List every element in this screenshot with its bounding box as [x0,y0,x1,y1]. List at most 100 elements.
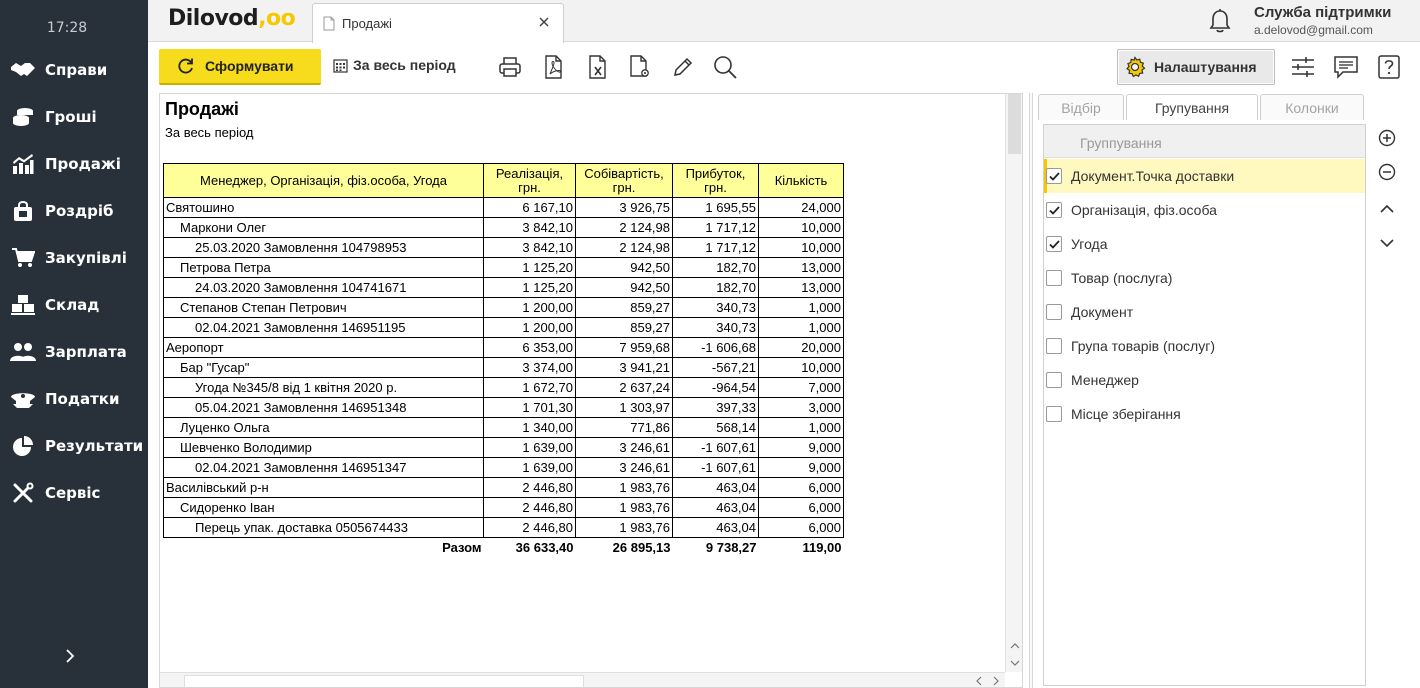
table-row[interactable]: Маркони Олег 3 842,10 2 124,98 1 717,12 10,0… [163,217,844,238]
grouping-checkbox[interactable] [1046,202,1062,218]
table-row[interactable]: Святошино 6 167,10 3 926,75 1 695,55 24,000 [163,197,844,218]
table-row[interactable]: 24.03.2020 Замовлення 104741671 1 125,20 9… [163,277,844,298]
settings-button[interactable]: Налаштування [1117,49,1275,85]
sidebar-item-label: Гроші [45,108,97,126]
grouping-checkbox[interactable] [1046,168,1062,184]
period-label: За весь період [353,57,456,73]
table-row[interactable]: Петрова Петра 1 125,20 942,50 182,70 13,000 [163,257,844,278]
filters-button[interactable] [1289,53,1317,81]
table-row[interactable]: Аеропорт 6 353,00 7 959,68 -1 606,68 20,000 [163,337,844,358]
total-profit: 9 738,27 [705,540,757,556]
pie-chart-icon [10,434,36,458]
support-title[interactable]: Служба підтримки [1254,4,1391,21]
move-up-button[interactable] [1375,197,1399,221]
table-row[interactable]: 02.04.2021 Замовлення 146951347 1 639,00 3… [163,457,844,478]
row-sales: 2 446,80 [483,517,576,538]
row-cost: 3 246,61 [575,457,673,478]
support-email[interactable]: a.delovod@gmail.com [1254,23,1373,37]
tab-columns[interactable]: Колонки [1260,94,1364,120]
sidebar-item[interactable]: Справи [0,50,148,90]
pdf-file-icon [545,55,562,79]
generate-label: Сформувати [205,58,294,74]
row-sales: 1 701,30 [483,397,576,418]
vertical-scrollbar[interactable] [1005,94,1022,672]
row-profit: 340,73 [672,297,759,318]
tab-filter[interactable]: Відбір [1038,94,1124,120]
grouping-item[interactable]: Документ [1044,295,1365,329]
comments-button[interactable] [1332,53,1360,81]
sidebar-item[interactable]: Сервіс [0,473,148,513]
expand-sidebar-button[interactable] [60,644,80,668]
search-button[interactable] [712,54,738,80]
horizontal-scrollbar[interactable] [160,672,1005,687]
scrollbar-thumb[interactable] [1008,94,1021,154]
grouping-item-label: Організація, фіз.особа [1071,202,1217,218]
scroll-left-button[interactable] [972,674,986,687]
search-icon [714,56,737,79]
edit-button[interactable] [670,54,696,80]
export-excel-button[interactable] [585,54,611,80]
row-profit: 1 717,12 [672,217,759,238]
table-row[interactable]: Шевченко Володимир 1 639,00 3 246,61 -1 607… [163,437,844,458]
sidebar-item[interactable]: Склад [0,285,148,325]
table-row[interactable]: Василівський р-н 2 446,80 1 983,76 463,04 6,… [163,477,844,498]
scroll-down-button[interactable] [1008,656,1022,670]
sidebar-item[interactable]: Роздріб [0,191,148,231]
row-name: Петрова Петра [163,257,484,278]
grouping-header: Группування [1044,125,1365,158]
grouping-checkbox[interactable] [1046,406,1062,422]
grouping-item[interactable]: Менеджер [1044,363,1365,397]
report-settings-button[interactable] [627,54,653,80]
row-cost: 2 124,98 [575,217,673,238]
sidebar-item[interactable]: Закупівлі [0,238,148,278]
row-cost: 1 983,76 [575,517,673,538]
grouping-checkbox[interactable] [1046,236,1062,252]
period-selector[interactable]: За весь період [333,57,456,73]
table-row[interactable]: Сидоренко Іван 2 446,80 1 983,76 463,04 6,00… [163,497,844,518]
grouping-checkbox[interactable] [1046,338,1062,354]
table-row[interactable]: Луценко Ольга 1 340,00 771,86 568,14 1,000 [163,417,844,438]
sidebar-item[interactable]: Гроші [0,97,148,137]
table-row[interactable]: 05.04.2021 Замовлення 146951348 1 701,30 1… [163,397,844,418]
tab-grouping[interactable]: Групування [1126,94,1258,120]
table-row[interactable]: Степанов Степан Петрович 1 200,00 859,27 34… [163,297,844,318]
scroll-up-button[interactable] [1008,639,1022,653]
sidebar-item[interactable]: Податки [0,379,148,419]
chevron-down-icon [1010,660,1020,666]
grouping-checkbox[interactable] [1046,304,1062,320]
sidebar-item[interactable]: Результати [0,426,148,466]
scrollbar-thumb[interactable] [184,675,584,687]
table-row[interactable]: Бар "Гусар" 3 374,00 3 941,21 -567,21 10,000 [163,357,844,378]
help-button[interactable] [1375,53,1403,81]
grouping-item[interactable]: Місце зберігання [1044,397,1365,431]
grouping-item[interactable]: Товар (послуга) [1044,261,1365,295]
grouping-item[interactable]: Організація, фіз.особа [1044,193,1365,227]
table-row[interactable]: 02.04.2021 Замовлення 146951195 1 200,00 8… [163,317,844,338]
close-tab-button[interactable] [535,13,553,31]
tab-sales[interactable]: Продажі [312,3,564,43]
grouping-checkbox[interactable] [1046,372,1062,388]
grouping-checkbox[interactable] [1046,270,1062,286]
table-row[interactable]: Угода №345/8 від 1 квітня 2020 р. 1 672,7… [163,377,844,398]
notifications-button[interactable] [1208,8,1232,39]
logo[interactable]: Dilovod,oo [168,6,296,31]
grouping-item[interactable]: Документ.Точка доставки [1044,159,1365,193]
row-sales: 1 340,00 [483,417,576,438]
export-pdf-button[interactable] [541,54,567,80]
row-sales: 3 374,00 [483,357,576,378]
grouping-item-label: Товар (послуга) [1071,270,1173,286]
add-grouping-button[interactable] [1375,126,1399,150]
move-down-button[interactable] [1375,231,1399,255]
scroll-right-button[interactable] [989,674,1003,687]
grouping-item[interactable]: Група товарів (послуг) [1044,329,1365,363]
table-row[interactable]: 25.03.2020 Замовлення 104798953 3 842,10 2… [163,237,844,258]
print-button[interactable] [497,54,523,80]
row-cost: 7 959,68 [575,337,673,358]
sidebar-item[interactable]: Зарплата [0,332,148,372]
table-row[interactable]: Перець упак. доставка 0505674433 2 446,80… [163,517,844,538]
generate-button[interactable]: Сформувати [159,49,321,85]
grouping-item[interactable]: Угода [1044,227,1365,261]
panel-splitter[interactable] [1029,93,1033,688]
sidebar-item[interactable]: Продажі [0,144,148,184]
remove-grouping-button[interactable] [1375,160,1399,184]
